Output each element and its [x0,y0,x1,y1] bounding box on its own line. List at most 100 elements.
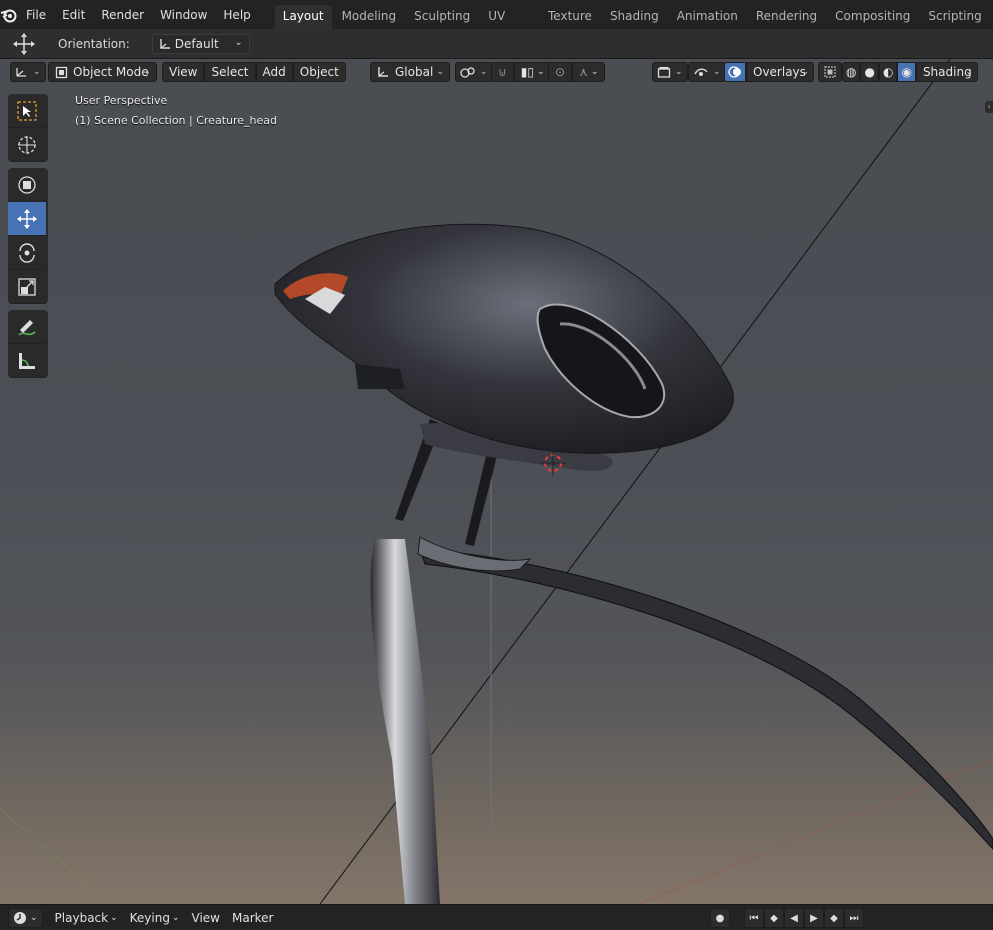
jump-start-button[interactable]: ⏮ [744,908,764,928]
move-tool[interactable] [8,202,46,236]
tab-modeling[interactable]: Modeling [334,5,405,29]
mode-dropdown[interactable]: Object Mode ⌄ [48,62,157,82]
measure-tool[interactable] [8,344,46,378]
snap-increment-icon: ▮▯ [520,65,535,79]
keying-menu[interactable]: Keying [124,911,176,925]
shading-dropdown[interactable]: Shading ⌄ [915,62,978,82]
scene-render [0,59,993,904]
record-icon: ● [715,912,725,924]
chevron-down-icon: ⌄ [675,67,683,77]
transform-tool-group [8,168,48,304]
object-types-visibility-button[interactable]: ⌄ [652,62,688,82]
orientation-label: Orientation: [58,36,130,51]
snapping-group: ⊍ ▮▯ ⌄ [491,62,552,82]
snap-toggle[interactable]: ⊍ [491,62,514,82]
transform-orientation-value: Global [395,65,434,79]
viewport-header: ⌄ Object Mode ⌄ View Select Add Object G… [0,59,993,85]
tab-sculpting[interactable]: Sculpting [406,5,478,29]
next-keyframe-icon: ◆ [830,912,838,924]
jump-start-icon: ⏮ [749,912,759,924]
auto-keying-button[interactable]: ● [710,908,730,928]
move-icon [17,208,37,229]
menu-object[interactable]: Object [292,62,346,82]
select-tool-group [8,94,48,162]
tab-texture-paint[interactable]: Texture Paint [540,5,600,45]
menu-select[interactable]: Select [204,62,256,82]
chevron-down-icon: ⌄ [590,67,599,77]
rendered-shading-button[interactable]: ◉ [897,62,916,82]
chevron-down-icon: ⌄ [713,67,721,77]
chevron-down-icon: ⌄ [30,912,38,923]
overlays-group: Overlays ⌄ [724,62,814,82]
transform-orientation-dropdown[interactable]: Global ⌄ [370,62,450,82]
gizmo-toggle-button[interactable]: ⌄ [688,62,726,82]
object-mode-icon [55,66,68,79]
timeline-header: ⌄ Playback ⌄ Keying ⌄ View Marker ● ⏮ ◆ … [0,904,993,930]
menu-view[interactable]: View [162,62,205,82]
overlays-toggle[interactable] [724,62,746,82]
cursor-tool[interactable] [8,128,46,162]
tab-shading[interactable]: Shading [602,5,667,29]
menu-edit[interactable]: Edit [54,3,93,27]
proportional-edit-toggle[interactable]: ⊙ [548,62,573,82]
marker-menu[interactable]: Marker [226,911,279,925]
timeline-view-menu[interactable]: View [186,911,226,925]
play-icon: ▶ [810,912,818,924]
editor-type-button[interactable]: ⌄ [10,62,46,82]
select-box-icon [17,100,37,121]
overlays-dropdown[interactable]: Overlays ⌄ [746,62,814,82]
3d-viewport[interactable]: ⌄ Object Mode ⌄ View Select Add Object G… [0,59,993,904]
menu-window[interactable]: Window [152,3,215,27]
tab-uv-editing[interactable]: UV Editing [480,5,538,45]
pivot-point-button[interactable]: ⌄ [455,62,493,82]
menu-render[interactable]: Render [93,3,152,27]
blender-logo-icon[interactable] [0,0,18,29]
annotate-tool[interactable] [8,310,46,344]
menu-file[interactable]: File [18,3,54,27]
play-button[interactable]: ▶ [804,908,824,928]
play-reverse-icon: ◀ [790,912,798,924]
proportional-edit-icon: ⊙ [555,65,566,79]
tab-animation[interactable]: Animation [669,5,746,29]
transform-tool[interactable] [8,168,46,202]
viewport-perspective-label: User Perspective [75,94,168,107]
jump-next-keyframe-button[interactable]: ◆ [824,908,844,928]
proportional-falloff-dropdown[interactable]: ⋏ ⌄ [572,62,606,82]
play-reverse-button[interactable]: ◀ [784,908,804,928]
tab-layout[interactable]: Layout [274,5,332,29]
solid-sphere-icon: ● [864,65,875,79]
prev-keyframe-icon: ◆ [770,912,778,924]
move-tool-icon[interactable] [10,31,38,57]
tab-rendering[interactable]: Rendering [748,5,825,29]
jump-prev-keyframe-button[interactable]: ◆ [764,908,784,928]
chevron-down-icon: ⌄ [143,67,151,77]
chevron-down-icon: ⌄ [537,67,545,77]
sidebar-toggle-icon[interactable]: ‹ [985,101,993,113]
menu-add[interactable]: Add [255,62,293,82]
jump-end-button[interactable]: ⏭ [844,908,864,928]
timeline-editor-type-button[interactable]: ⌄ [8,907,43,928]
magnet-icon: ⊍ [498,65,507,79]
cursor-icon [18,135,36,154]
pivot-point-icon [460,66,475,78]
viewport-collection-label: (1) Scene Collection | Creature_head [75,114,277,127]
solid-shading-button[interactable]: ● [860,62,879,82]
wireframe-shading-button[interactable]: ◍ [842,62,861,82]
chevron-down-icon: ⌄ [234,36,243,48]
scale-tool[interactable] [8,270,46,304]
chevron-down-icon: ⌄ [801,67,809,77]
clock-icon [14,911,26,924]
select-box-tool[interactable] [8,94,46,128]
jump-end-icon: ⏭ [849,912,859,924]
playback-menu[interactable]: Playback [49,911,115,925]
tab-compositing[interactable]: Compositing [827,5,918,29]
menu-help[interactable]: Help [215,3,258,27]
xray-toggle-button[interactable] [818,62,842,82]
viewport-menus: View Select Add Object [162,62,346,82]
tab-scripting[interactable]: Scripting [920,5,989,29]
rotate-tool[interactable] [8,236,46,270]
orientation-dropdown[interactable]: Default ⌄ [151,33,250,54]
workspace-tabs: Layout Modeling Sculpting UV Editing Tex… [274,0,993,45]
snap-target-dropdown[interactable]: ▮▯ ⌄ [513,62,552,82]
material-preview-button[interactable]: ◐ [878,62,898,82]
